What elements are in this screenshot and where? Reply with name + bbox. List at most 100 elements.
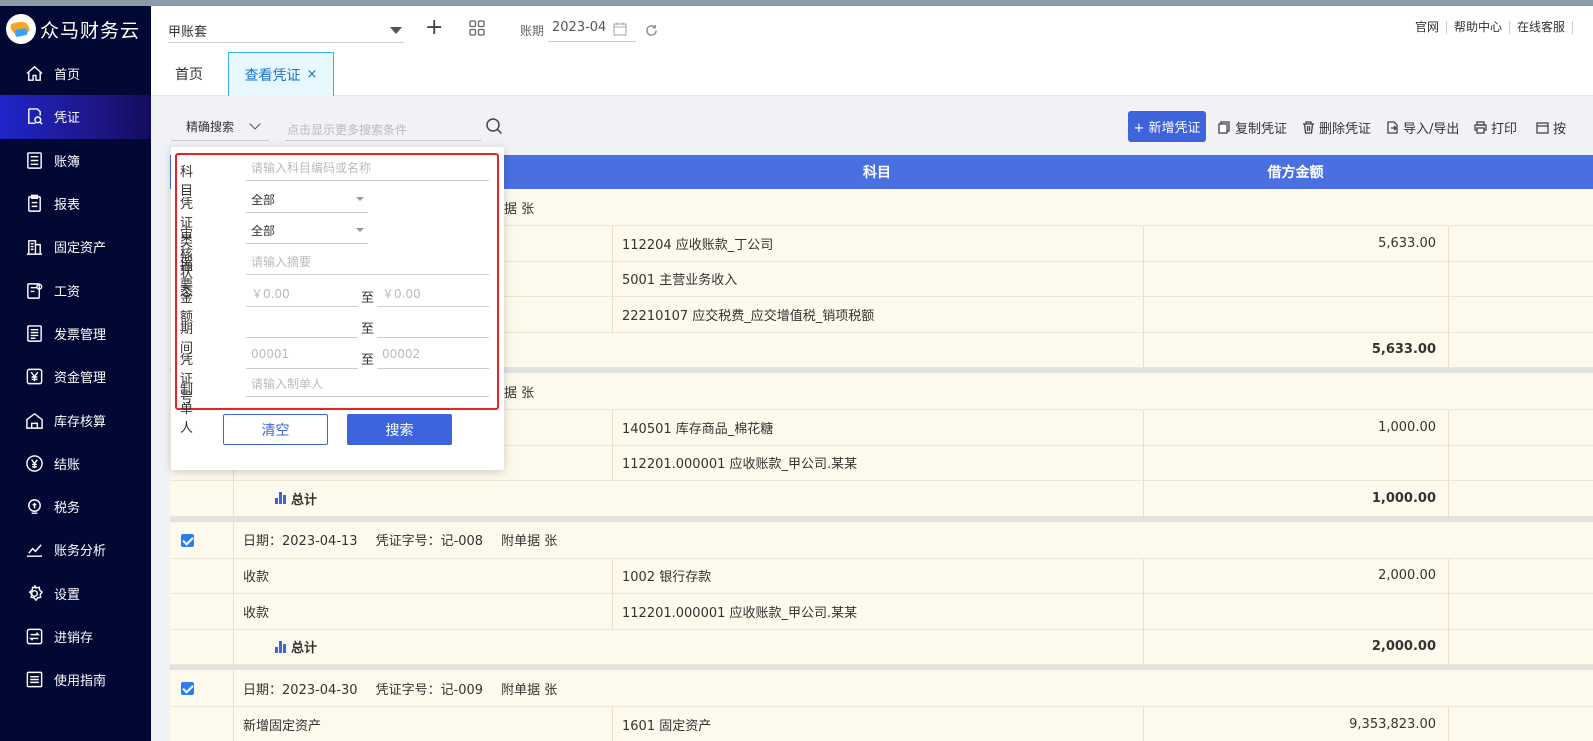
sidebar-item-4[interactable]: 固定资产 [0, 225, 151, 268]
subject-cell: 140501 库存商品_棉花糖 [622, 421, 774, 437]
building-icon [24, 237, 44, 257]
sidebar-item-3[interactable]: 报表 [0, 182, 151, 225]
import-export-button[interactable]: 导入/导出 [1386, 118, 1459, 137]
sidebar: 众马财务云 首页凭证 账簿报表固定资产工资发票管理 资金管理 库存核算结账税务账务分析… [0, 6, 151, 741]
sidebar-item-label: 报表 [54, 198, 81, 214]
voucher-no-to-input[interactable]: 00002 [377, 345, 489, 369]
debit-cell: 5,633.00 [1378, 235, 1436, 251]
table-row[interactable]: 收款 1002 银行存款 2,000.00 [170, 558, 1593, 594]
maker-label: 制单人 [180, 383, 194, 436]
voucher-info: 日期：2023-04-13 凭证字号：记-008 附单据 张 [233, 522, 557, 558]
tab-home-label: 首页 [175, 67, 203, 83]
period-from-input[interactable] [246, 314, 358, 338]
cell-divider [1448, 629, 1449, 664]
search-input[interactable] [285, 113, 481, 141]
more-button[interactable]: 按 [1536, 118, 1566, 137]
printer-icon [1474, 121, 1487, 134]
sidebar-item-1[interactable]: 凭证 [0, 95, 151, 139]
voucher-header-row[interactable]: 日期：2023-04-13 凭证字号：记-008 附单据 张 [170, 521, 1593, 559]
search-button[interactable]: 搜索 [347, 414, 452, 445]
import-export-label: 导入/导出 [1403, 122, 1460, 137]
subject-input[interactable]: 请输入科目编码或名称 [246, 157, 489, 181]
table-row[interactable]: 新增固定资产 1601 固定资产 9,353,823.00 [170, 707, 1593, 741]
sidebar-item-label: 首页 [54, 68, 81, 84]
logo[interactable]: 众马财务云 [0, 6, 151, 52]
tab-bar: 首页 查看凭证 × [151, 52, 1593, 96]
more-label: 按 [1553, 122, 1567, 137]
total-label-cell: 总计 [233, 481, 317, 516]
sidebar-item-7[interactable]: 资金管理 [0, 355, 151, 398]
account-value: 甲账套 [168, 25, 208, 40]
account-select[interactable]: 甲账套 [168, 17, 404, 43]
total-amount-cell: 2,000.00 [1371, 639, 1436, 655]
caret-down-icon [390, 27, 402, 34]
chevron-down-icon [249, 118, 261, 130]
voucher-header-row[interactable]: 日期：2023-04-30 凭证字号：记-009 附单据 张 [170, 670, 1593, 707]
voucher-checkbox[interactable] [181, 533, 194, 547]
cell-divider [1448, 445, 1449, 480]
maker-input[interactable]: 请输入制单人 [246, 373, 489, 397]
copy-voucher-button[interactable]: 复制凭证 [1218, 118, 1287, 137]
sidebar-item-6[interactable]: 发票管理 [0, 312, 151, 355]
copy-voucher-label: 复制凭证 [1235, 122, 1288, 137]
voucher-no: 凭证字号：记-008 [375, 534, 484, 549]
link-online-support[interactable]: 在线客服 [1510, 21, 1573, 34]
sidebar-item-label: 工资 [54, 284, 81, 300]
voucher-type-value: 全部 [251, 193, 276, 207]
to-label: 至 [361, 353, 375, 368]
cell-divider [1448, 297, 1449, 332]
sidebar-item-label: 结账 [54, 457, 81, 473]
amount-to-input[interactable]: ￥0.00 [377, 283, 489, 307]
link-help-center[interactable]: 帮助中心 [1447, 21, 1510, 34]
sidebar-item-9[interactable]: 结账 [0, 442, 151, 485]
link-official-site[interactable]: 官网 [1408, 21, 1447, 34]
column-header-debit: 借方金额 [1267, 165, 1324, 181]
sidebar-item-8[interactable]: 库存核算 [0, 398, 151, 441]
cell-divider [1448, 261, 1449, 296]
sidebar-item-12[interactable]: 设置 [0, 572, 151, 615]
table-row[interactable]: 收款 112201.000001 应收账款_甲公司.某某 [170, 594, 1593, 630]
sidebar-item-13[interactable]: 进销存 [0, 615, 151, 658]
clear-button[interactable]: 清空 [223, 414, 328, 445]
sidebar-item-0[interactable]: 首页 [0, 52, 151, 95]
search-icon[interactable] [485, 117, 503, 135]
to-label: 至 [361, 322, 375, 337]
voucher-checkbox[interactable] [181, 682, 194, 695]
sidebar-item-5[interactable]: 工资 [0, 268, 151, 311]
cell-divider [1448, 558, 1449, 593]
voucher-type-select[interactable]: 全部 [246, 189, 368, 213]
salary-icon [24, 280, 44, 300]
voucher-no-from-input[interactable]: 00001 [246, 345, 358, 369]
home-icon [24, 64, 44, 84]
apps-grid-icon[interactable] [469, 20, 485, 36]
calendar-icon[interactable] [613, 22, 627, 36]
subject-cell: 1002 银行存款 [622, 570, 712, 586]
sidebar-item-11[interactable]: 账务分析 [0, 528, 151, 571]
summary-input[interactable]: 请输入摘要 [246, 251, 489, 275]
sidebar-item-14[interactable]: 使用指南 [0, 658, 151, 701]
amount-from-input[interactable]: ￥0.00 [246, 283, 358, 307]
voucher-no: 凭证字号：记-009 [375, 682, 484, 698]
sidebar-item-2[interactable]: 账簿 [0, 139, 151, 182]
tab-home[interactable]: 首页 [151, 52, 227, 96]
import-export-icon [1387, 121, 1398, 134]
add-voucher-button[interactable]: + 新增凭证 [1128, 111, 1206, 142]
audit-status-select[interactable]: 全部 [246, 220, 368, 244]
debit-cell [1143, 297, 1448, 332]
cell-divider [1448, 332, 1449, 367]
print-button[interactable]: 打印 [1474, 118, 1517, 137]
refresh-icon[interactable] [645, 24, 658, 37]
tab-view-voucher[interactable]: 查看凭证 × [228, 52, 334, 96]
search-mode-select[interactable]: 精确搜索 [171, 113, 269, 141]
period-to-input[interactable] [377, 314, 489, 338]
debit-cell [1143, 262, 1448, 297]
sidebar-item-label: 账务分析 [54, 544, 107, 560]
debit-cell: 2,000.00 [1378, 568, 1436, 584]
sidebar-item-10[interactable]: 税务 [0, 485, 151, 528]
invoice-icon [24, 323, 44, 343]
yen-icon [24, 367, 44, 387]
close-icon[interactable]: × [307, 67, 318, 82]
logo-text: 众马财务云 [40, 19, 141, 42]
add-account-icon[interactable]: + [425, 17, 443, 39]
delete-voucher-button[interactable]: 删除凭证 [1302, 118, 1371, 137]
